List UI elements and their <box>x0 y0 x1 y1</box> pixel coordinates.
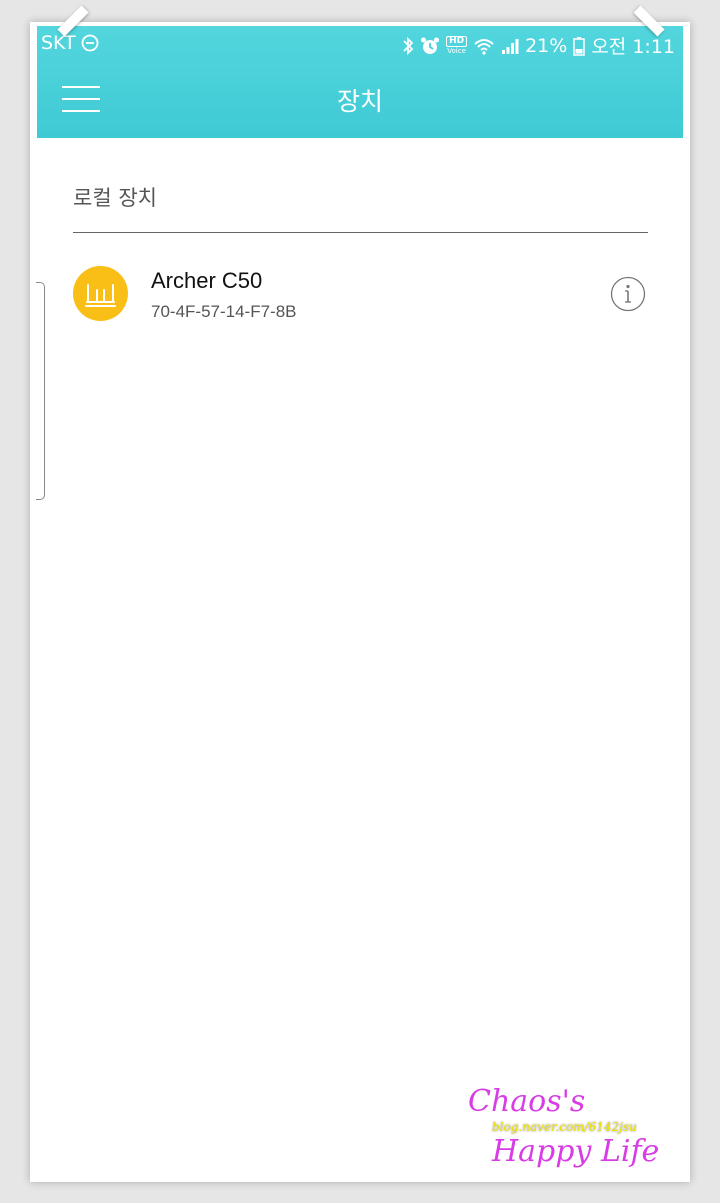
hd-voice-icon: HD Voice <box>446 35 468 56</box>
do-not-disturb-icon <box>81 34 99 52</box>
device-list-item[interactable]: Archer C50 70-4F-57-14-F7-8B <box>37 252 683 336</box>
phone-screen: SKT HD Voice 21% 오전 1:11 장치 로컬 장치 Archer… <box>37 26 683 1176</box>
hd-label: HD <box>446 35 468 47</box>
page-title: 장치 <box>336 87 383 116</box>
section-divider <box>73 232 648 233</box>
device-avatar <box>73 266 128 321</box>
watermark-subtitle: Happy Life <box>492 1134 660 1169</box>
watermark: Chaos's blog.naver.com/6142jsu Happy Lif… <box>466 1084 696 1174</box>
alarm-icon <box>421 37 440 54</box>
router-icon <box>85 284 116 307</box>
wifi-icon <box>474 38 494 55</box>
battery-icon <box>573 36 586 56</box>
status-time: 오전 1:11 <box>591 36 675 58</box>
section-title-local-devices: 로컬 장치 <box>73 186 157 210</box>
info-icon[interactable] <box>610 276 646 312</box>
device-name: Archer C50 <box>151 268 263 293</box>
carrier-label: SKT <box>41 32 76 54</box>
bluetooth-icon <box>403 36 414 55</box>
watermark-title: Chaos's <box>468 1084 586 1119</box>
side-panel-handle[interactable] <box>36 282 45 500</box>
battery-percent: 21% <box>525 34 568 57</box>
status-left: SKT <box>41 32 99 54</box>
app-bar: SKT HD Voice 21% 오전 1:11 장치 <box>37 26 683 138</box>
device-mac-address: 70-4F-57-14-F7-8B <box>151 302 297 321</box>
watermark-url: blog.naver.com/6142jsu <box>492 1120 637 1134</box>
signal-icon <box>502 38 519 54</box>
status-bar: SKT HD Voice 21% 오전 1:11 <box>37 26 683 64</box>
status-right: HD Voice 21% 오전 1:11 <box>402 32 675 59</box>
voice-label: Voice <box>447 46 466 55</box>
